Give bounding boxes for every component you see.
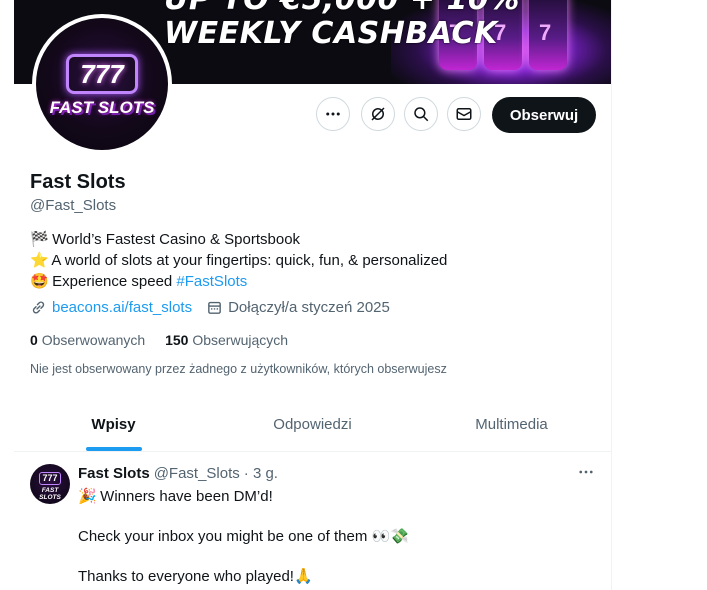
link-icon [32,301,45,314]
star-icon: ⭐ [30,251,49,269]
website-link[interactable]: beacons.ai/fast_slots [52,299,192,316]
post-line: Check your inbox you might be one of the… [78,528,409,545]
profile-meta: beacons.ai/fast_slots Dołączył/a styczeń… [30,299,404,316]
avatar-777-logo: 777 [39,472,61,485]
star-struck-icon: 🤩 [30,272,49,290]
calendar-icon [208,301,221,314]
grok-icon [371,107,385,121]
banner-headline: UP TO €5,000 + 10% WEEKLY CASHBACK [164,0,519,51]
followers-count[interactable]: 150 Obserwujących [165,332,288,348]
bio-line: 🤩 Experience speed #FastSlots [30,272,248,290]
profile-bio: 🏁 World’s Fastest Casino & Sportsbook ⭐ … [30,229,447,292]
tab-posts[interactable]: Wpisy [14,398,213,451]
party-popper-icon: 🎉 [78,487,97,505]
post-more-button[interactable] [576,462,596,482]
profile-counts: 0 Obserwowanych 150 Obserwujących [30,332,304,348]
more-button[interactable] [316,97,350,131]
profile-joined: Dołączył/a styczeń 2025 [206,299,390,316]
hashtag-link[interactable]: #FastSlots [176,273,247,290]
followed-by-note: Nie jest obserwowany przez żadnego z uży… [30,362,447,376]
message-button[interactable] [447,97,481,131]
avatar-image: 777 FAST SLOTS [36,18,168,150]
following-count[interactable]: 0 Obserwowanych [30,332,145,348]
more-horizontal-icon [326,112,340,116]
search-button[interactable] [404,97,438,131]
active-tab-indicator [85,447,142,451]
profile-tabs: Wpisy Odpowiedzi Multimedia [14,398,611,452]
profile-name: Fast Slots [30,171,126,193]
bio-line: 🏁 World’s Fastest Casino & Sportsbook [30,230,301,248]
profile-column: 7 7 7 UP TO €5,000 + 10% WEEKLY CASHBACK… [14,0,612,590]
avatar-777-logo: 777 [66,54,138,94]
avatar-brand-label: FAST SLOTS [39,487,61,501]
profile-avatar[interactable]: 777 FAST SLOTS [32,14,172,154]
avatar-brand-label: FAST SLOTS [49,98,155,117]
post-author-handle[interactable]: @Fast_Slots [154,465,240,482]
joined-date: Dołączył/a styczeń 2025 [228,299,390,316]
post-header: Fast Slots @Fast_Slots · 3 g. [78,465,278,482]
slot-reel: 7 [529,0,567,70]
post-author-name[interactable]: Fast Slots [78,465,150,482]
post-line: 🎉 Winners have been DM’d! [78,487,273,505]
more-horizontal-icon [579,470,593,474]
profile-handle: @Fast_Slots [30,197,117,214]
tab-media[interactable]: Multimedia [412,398,611,451]
post-avatar[interactable]: 777 FAST SLOTS [30,464,70,504]
post-line: Thanks to everyone who played!🙏 [78,568,313,585]
envelope-icon [456,108,472,120]
post-text: 🎉 Winners have been DM’d! Check your inb… [78,486,409,590]
post-timestamp[interactable]: · 3 g. [244,465,278,482]
bio-line: ⭐ A world of slots at your fingertips: q… [30,251,448,269]
profile-website[interactable]: beacons.ai/fast_slots [30,299,192,316]
follow-button[interactable]: Obserwuj [492,97,596,133]
search-icon [414,107,429,122]
tab-replies[interactable]: Odpowiedzi [213,398,412,451]
checkered-flag-icon: 🏁 [30,230,49,248]
grok-button[interactable] [361,97,395,131]
